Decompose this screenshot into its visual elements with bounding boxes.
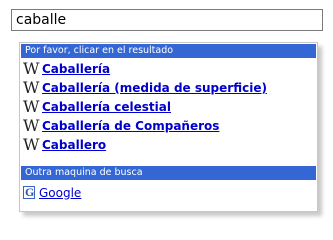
google-icon: G bbox=[23, 185, 35, 199]
suggestion-item[interactable]: W Caballería (medida de superficie) bbox=[23, 79, 267, 96]
suggestion-label[interactable]: Caballería bbox=[42, 62, 110, 76]
suggestion-label[interactable]: Caballería (medida de superficie) bbox=[42, 81, 267, 95]
suggestion-item[interactable]: W Caballería celestial bbox=[23, 98, 171, 115]
search-input[interactable] bbox=[11, 9, 323, 31]
suggestion-item[interactable]: W Caballero bbox=[23, 136, 106, 153]
suggestion-label[interactable]: Caballero bbox=[42, 138, 106, 152]
other-engines-header: Outra maquina de busca bbox=[21, 166, 316, 180]
engine-label[interactable]: Google bbox=[39, 186, 81, 200]
suggestion-item[interactable]: W Caballería bbox=[23, 60, 110, 77]
autocomplete-dropdown: Por favor, clicar en el resultado W Caba… bbox=[19, 42, 318, 212]
results-header: Por favor, clicar en el resultado bbox=[21, 44, 316, 58]
suggestion-label[interactable]: Caballería de Compañeros bbox=[42, 119, 219, 133]
suggestion-label[interactable]: Caballería celestial bbox=[42, 100, 171, 114]
wikipedia-icon: W bbox=[23, 96, 39, 116]
wikipedia-icon: W bbox=[23, 115, 39, 135]
engine-item-google[interactable]: G Google bbox=[23, 184, 81, 201]
wikipedia-icon: W bbox=[23, 77, 39, 97]
wikipedia-icon: W bbox=[23, 58, 39, 78]
suggestion-item[interactable]: W Caballería de Compañeros bbox=[23, 117, 219, 134]
wikipedia-icon: W bbox=[23, 134, 39, 154]
